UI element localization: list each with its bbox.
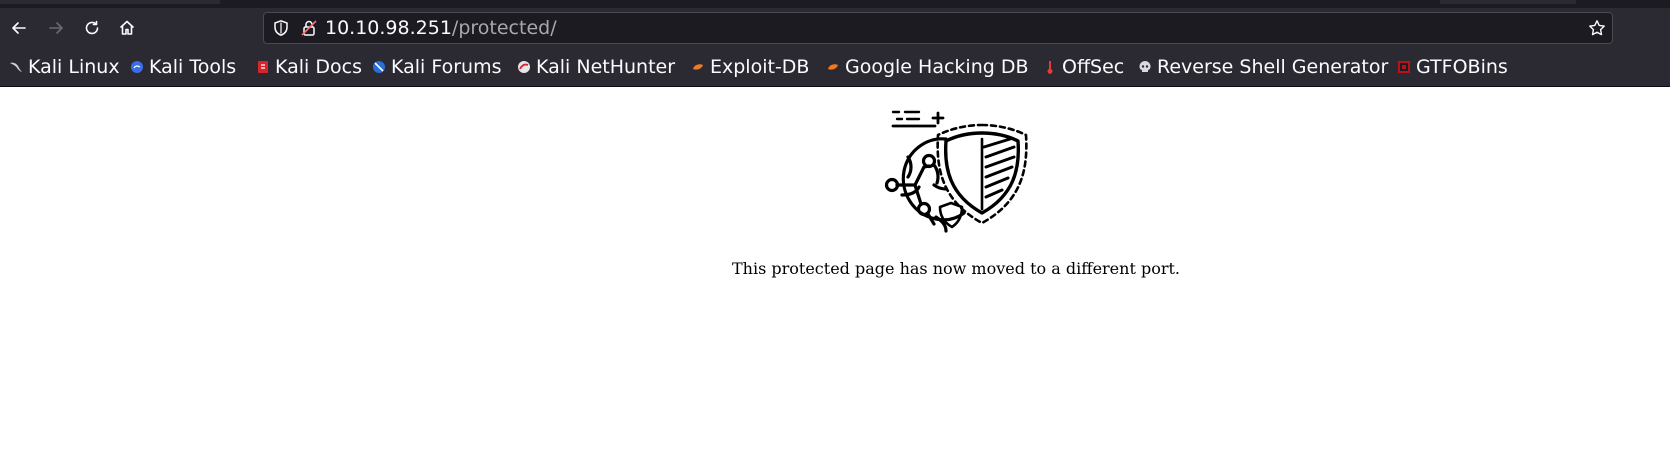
bookmarks-toolbar: Kali Linux Kali Tools Kali Docs Kali For… bbox=[0, 48, 1670, 87]
bookmark-google-hacking-db[interactable]: Google Hacking DB bbox=[826, 55, 1029, 79]
tab-strip bbox=[0, 0, 1670, 8]
kali-docs-icon bbox=[258, 61, 268, 73]
exploit-db-icon bbox=[693, 64, 703, 70]
kali-dragon-icon bbox=[10, 62, 22, 72]
home-button[interactable] bbox=[113, 14, 141, 42]
address-bar[interactable]: 10.10.98.251/protected/ bbox=[263, 12, 1613, 44]
gtfobins-icon bbox=[1398, 61, 1410, 73]
bookmark-label: Kali Tools bbox=[149, 56, 237, 78]
bookmark-kali-docs[interactable]: Kali Docs bbox=[256, 55, 362, 79]
kali-forums-icon bbox=[373, 61, 385, 73]
page-message: This protected page has now moved to a d… bbox=[731, 259, 1181, 278]
bookmark-label: Reverse Shell Generator bbox=[1157, 56, 1389, 78]
page-content: This protected page has now moved to a d… bbox=[0, 87, 1670, 469]
globe-shield-icon bbox=[884, 110, 1028, 233]
forward-button[interactable] bbox=[42, 14, 70, 42]
shield-icon[interactable] bbox=[272, 19, 290, 37]
bookmark-label: Kali Linux bbox=[28, 56, 120, 78]
url-text[interactable]: 10.10.98.251/protected/ bbox=[325, 17, 557, 39]
bookmark-label: Google Hacking DB bbox=[845, 56, 1029, 78]
bookmark-exploit-db[interactable]: Exploit-DB bbox=[691, 55, 809, 79]
bookmark-label: Kali Docs bbox=[275, 56, 362, 78]
bookmark-kali-tools[interactable]: Kali Tools bbox=[130, 55, 236, 79]
reload-icon bbox=[85, 20, 99, 35]
ghdb-icon bbox=[828, 64, 838, 70]
star-icon[interactable] bbox=[1588, 19, 1606, 37]
offsec-icon bbox=[1047, 61, 1053, 74]
bookmark-reverse-shell-generator[interactable]: Reverse Shell Generator bbox=[1138, 55, 1388, 79]
bookmark-label: OffSec bbox=[1062, 56, 1125, 78]
reload-button[interactable] bbox=[78, 14, 106, 42]
bookmark-offsec[interactable]: OffSec bbox=[1043, 55, 1124, 79]
tab-hint[interactable] bbox=[1440, 0, 1576, 4]
tab-hint[interactable] bbox=[0, 0, 220, 4]
bookmark-label: Kali Forums bbox=[391, 56, 502, 78]
url-host: 10.10.98.251 bbox=[325, 17, 452, 39]
bookmark-label: Exploit-DB bbox=[710, 56, 810, 78]
back-button[interactable] bbox=[5, 14, 33, 42]
kali-nethunter-icon bbox=[518, 61, 530, 73]
home-icon bbox=[119, 20, 135, 35]
bookmark-label: Kali NetHunter bbox=[536, 56, 676, 78]
lock-icon[interactable] bbox=[300, 19, 318, 37]
bookmark-kali-linux[interactable]: Kali Linux bbox=[9, 55, 120, 79]
back-icon bbox=[12, 22, 26, 34]
bookmark-kali-nethunter[interactable]: Kali NetHunter bbox=[517, 55, 675, 79]
bookmark-label: GTFOBins bbox=[1416, 56, 1508, 78]
skull-icon bbox=[1139, 61, 1151, 72]
bookmark-kali-forums[interactable]: Kali Forums bbox=[372, 55, 502, 79]
forward-icon bbox=[49, 22, 63, 34]
navigation-toolbar: 10.10.98.251/protected/ bbox=[0, 8, 1670, 48]
bookmark-gtfobins[interactable]: GTFOBins bbox=[1397, 55, 1508, 79]
url-path: /protected/ bbox=[451, 17, 557, 39]
browser-chrome: 10.10.98.251/protected/ Kali Linux Kali … bbox=[0, 0, 1670, 87]
kali-tools-icon bbox=[131, 61, 143, 73]
